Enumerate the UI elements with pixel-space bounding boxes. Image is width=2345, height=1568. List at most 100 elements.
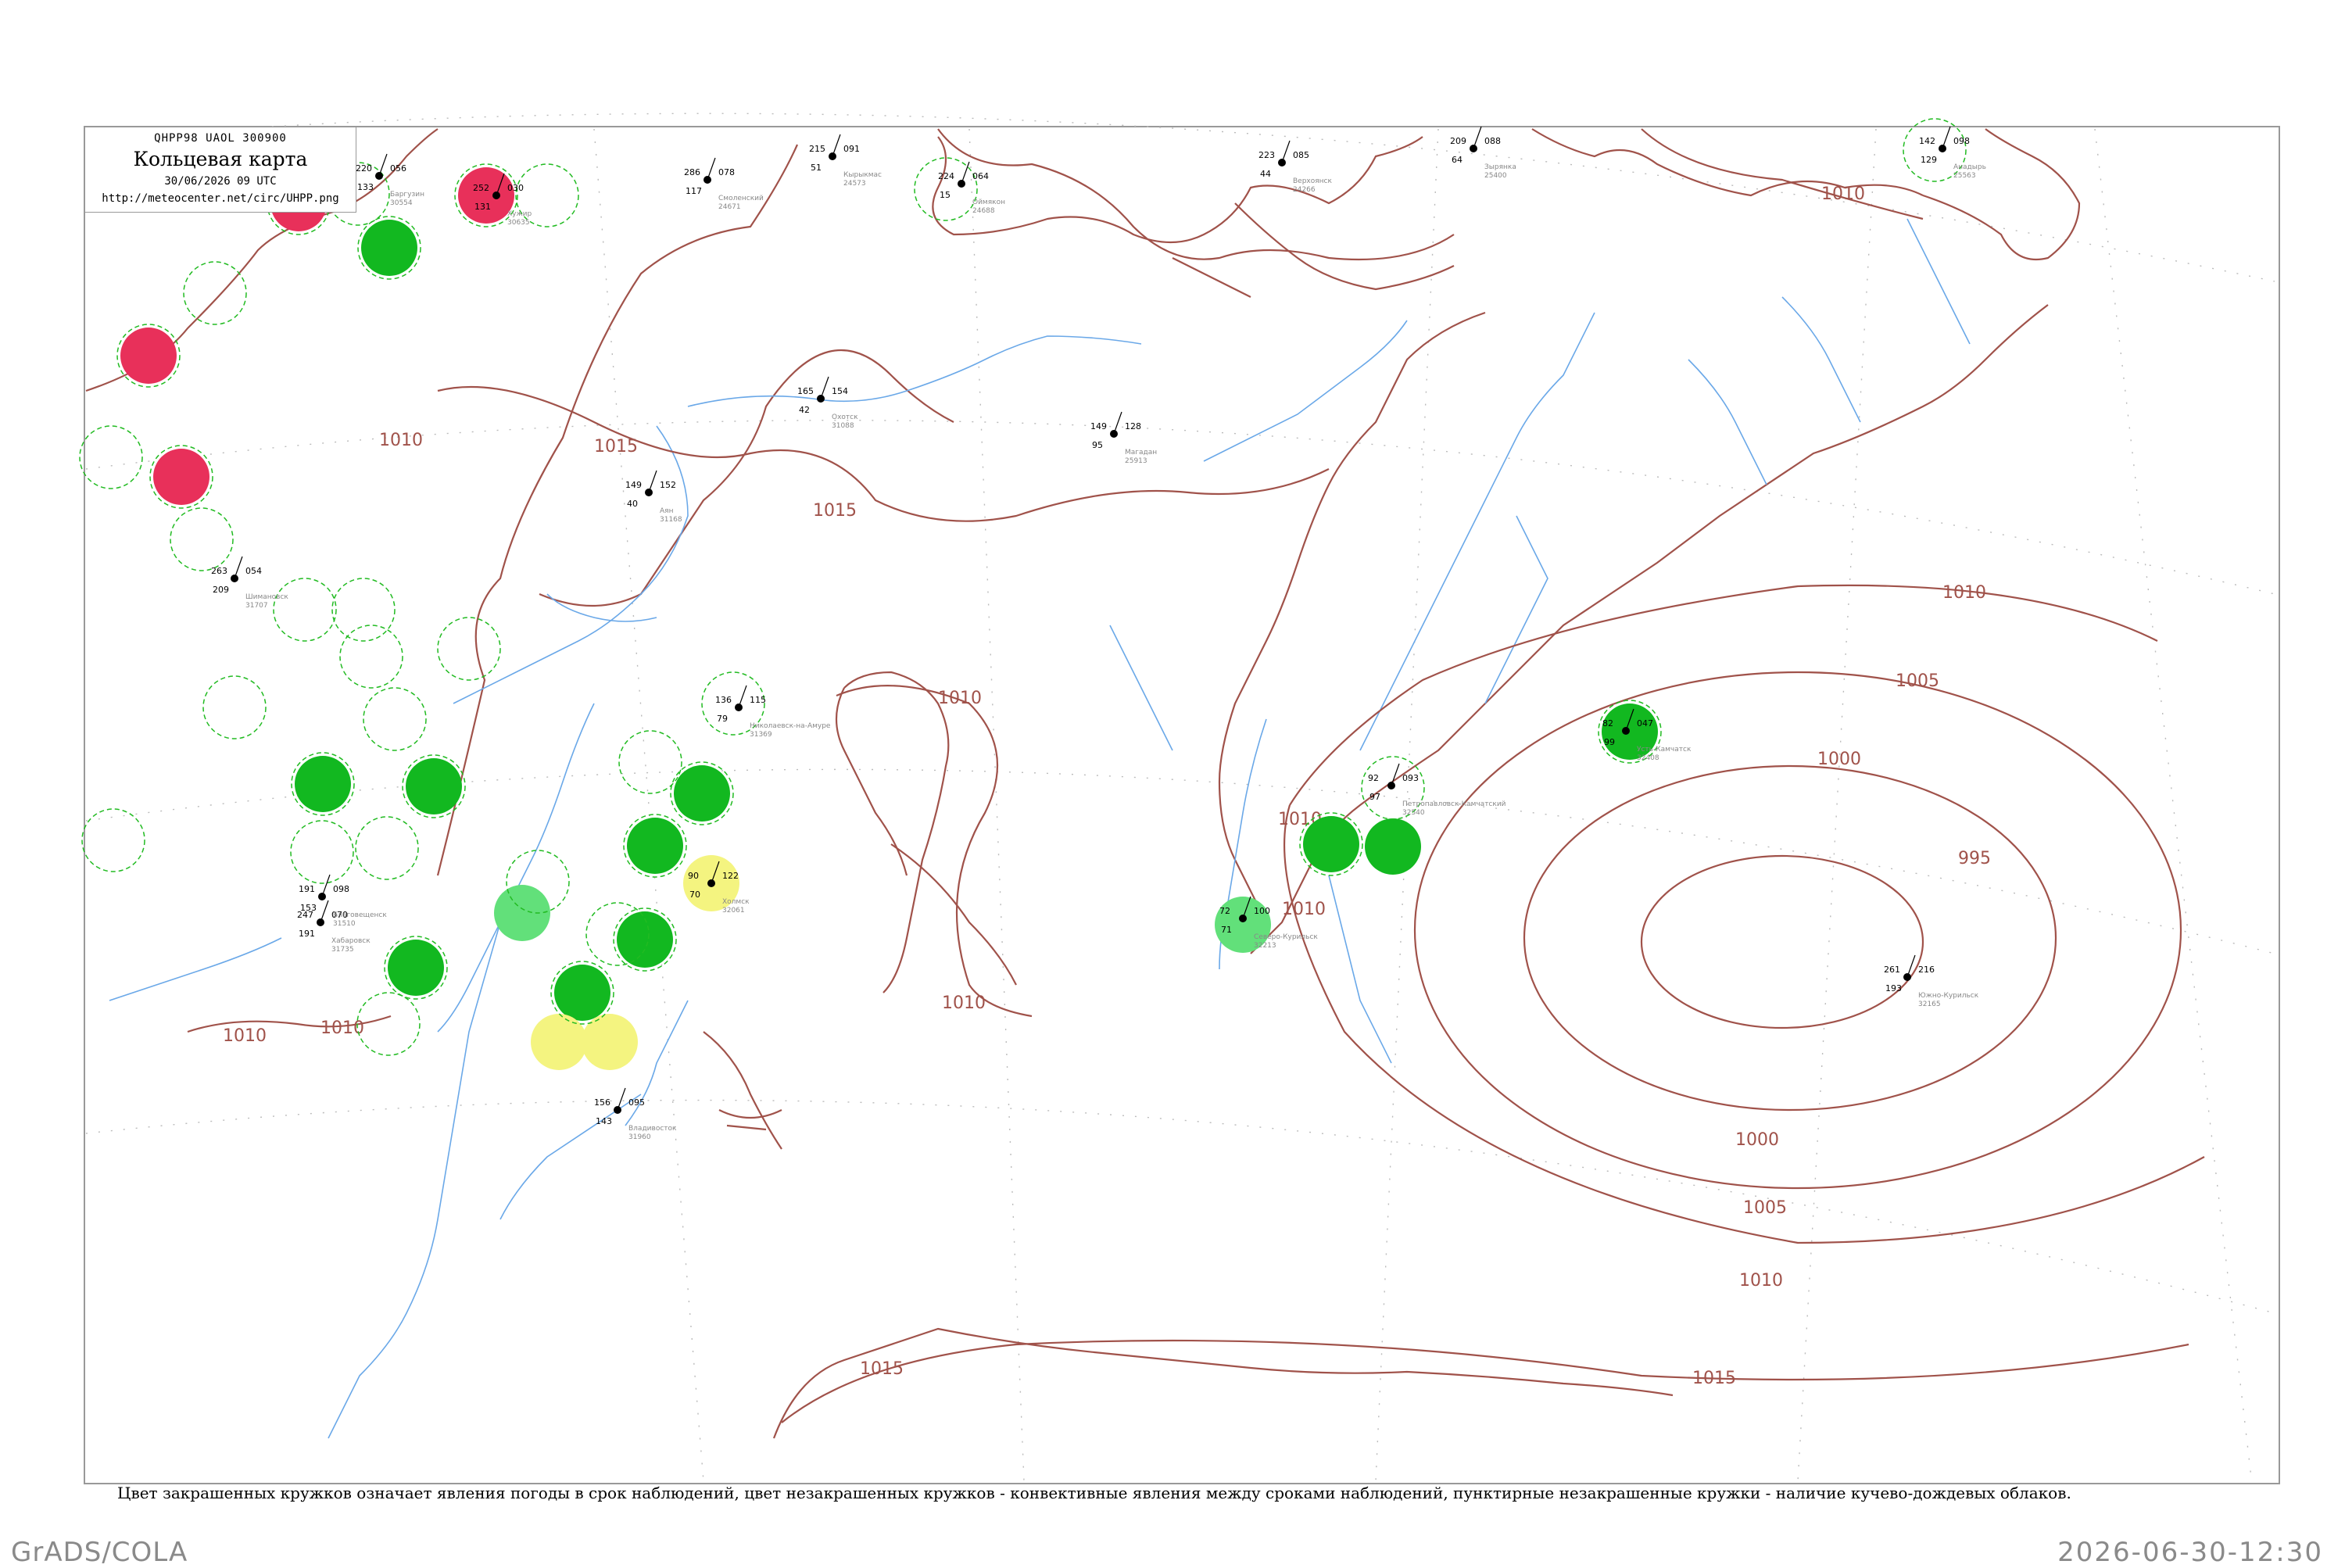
station-id: 32408 (1637, 754, 1659, 762)
station-dewpoint: 191 (299, 929, 315, 939)
station-pressure: 047 (1637, 718, 1653, 729)
wind-barb (1242, 896, 1251, 919)
station-temp: 92 (1368, 773, 1379, 783)
station-plot: 054 263 209 Шимановск31707 (211, 556, 288, 610)
wind-barb (321, 874, 331, 897)
station-pressure: 216 (1918, 965, 1935, 975)
station-id: 31510 (333, 920, 356, 928)
station-plot: 030 252 131 Хужир30635 (473, 173, 532, 227)
station-temp: 252 (473, 183, 489, 193)
station-temp: 224 (938, 171, 954, 181)
station-pressure: 030 (507, 183, 524, 193)
station-dewpoint: 79 (717, 714, 728, 724)
station-pressure: 122 (722, 871, 739, 881)
station-dewpoint: 97 (1369, 792, 1380, 802)
wind-barb (1113, 411, 1122, 435)
station-dewpoint: 193 (1885, 983, 1902, 993)
wind-barb (738, 685, 747, 708)
station-temp: 149 (1090, 421, 1107, 431)
wind-barb (961, 161, 970, 184)
wind-barb (711, 861, 720, 884)
station-pressure: 088 (1484, 136, 1501, 146)
station-pressure: 098 (333, 884, 349, 894)
station-plot: 152 149 40 Аян31168 (625, 470, 682, 524)
wind-barb (234, 556, 243, 579)
station-dewpoint: 70 (689, 890, 700, 900)
legend-datetime: 30/06/2026 09 UTC (164, 175, 277, 188)
station-name: Усть-Камчатск (1637, 746, 1692, 754)
station-name: Благовещенск (333, 911, 387, 919)
station-pressure: 093 (1402, 773, 1419, 783)
station-plot: 122 90 70 Холмск32061 (688, 861, 750, 915)
station-pressure: 115 (750, 695, 766, 705)
station-plot: 100 72 71 Северо-Курильск32213 (1219, 896, 1318, 950)
station-temp: 72 (1219, 906, 1230, 916)
station-temp: 165 (797, 386, 814, 396)
wind-barb (1281, 140, 1291, 163)
footer-timestamp: 2026-06-30-12:30 (2057, 1537, 2323, 1568)
station-temp: 209 (1450, 136, 1466, 146)
station-id: 32165 (1918, 1001, 1941, 1008)
station-name: Шимановск (245, 593, 288, 601)
station-name: Охотск (832, 413, 858, 421)
station-name: Оймякон (972, 199, 1005, 206)
station-temp: 263 (211, 566, 227, 576)
wind-barb (1942, 126, 1951, 149)
station-plot: 115 136 79 Николаевск-на-Амуре31369 (715, 685, 831, 739)
station-name: Хабаровск (331, 937, 371, 945)
station-dewpoint: 51 (811, 163, 822, 173)
station-plot: 047 82 99 Усть-Камчатск32408 (1602, 708, 1692, 762)
station-plot: 093 92 97 Петропавловск-Камчатский32540 (1368, 763, 1506, 817)
station-dewpoint: 64 (1452, 155, 1462, 165)
station-plots: 078 286 117 Смоленский24671 056 220 133 Баргузи… (211, 126, 1986, 1141)
station-temp: 286 (684, 167, 700, 177)
station-name: Владивосток (628, 1125, 677, 1133)
station-id: 30554 (390, 199, 413, 207)
station-name: Северо-Курильск (1254, 933, 1318, 941)
station-pressure: 078 (718, 167, 735, 177)
station-plot: 085 223 44 Верхоянск24266 (1258, 140, 1333, 194)
station-temp: 261 (1884, 965, 1900, 975)
station-temp: 191 (299, 884, 315, 894)
station-plot: 154 165 42 Охотск31088 (797, 376, 858, 430)
station-id: 25913 (1125, 457, 1147, 465)
station-pressure: 085 (1293, 150, 1309, 160)
station-pressure: 128 (1125, 421, 1141, 431)
station-id: 24573 (843, 180, 866, 188)
station-temp: 220 (356, 163, 372, 174)
station-dewpoint: 131 (474, 202, 491, 212)
station-name: Николаевск-на-Амуре (750, 722, 831, 730)
station-id: 32540 (1402, 809, 1425, 817)
station-id: 32061 (722, 907, 745, 915)
station-dewpoint: 143 (596, 1116, 612, 1126)
station-pressure: 064 (972, 171, 989, 181)
station-id: 24266 (1293, 186, 1316, 194)
station-plot: 056 220 133 Баргузин30554 (356, 153, 424, 207)
station-temp: 215 (809, 144, 825, 154)
station-name: Петропавловск-Камчатский (1402, 800, 1506, 808)
legend-url[interactable]: http://meteocenter.net/circ/UHPP.png (85, 192, 356, 205)
legend-title: Кольцевая карта (133, 148, 308, 170)
station-name: Холмск (722, 898, 750, 906)
station-plot: 216 261 193 Южно-Курильск32165 (1884, 954, 1979, 1008)
wind-barb (832, 134, 841, 157)
station-dewpoint: 117 (686, 186, 702, 196)
station-temp: 90 (688, 871, 699, 881)
station-pressure: 054 (245, 566, 262, 576)
station-id: 24688 (972, 207, 995, 215)
station-temp: 142 (1919, 136, 1935, 146)
station-name: Хужир (507, 210, 532, 218)
station-id: 31168 (660, 516, 682, 524)
station-name: Верхоянск (1293, 177, 1333, 185)
station-name: Аян (660, 507, 674, 515)
station-plot: 078 286 117 Смоленский24671 (684, 157, 764, 211)
station-name: Кырыкмас (843, 171, 882, 179)
station-name: Смоленский (718, 195, 764, 202)
map-legend: QHPP98 UAOL 300900 Кольцевая карта 30/06… (84, 127, 356, 213)
station-temp: 156 (594, 1097, 610, 1108)
station-name: Анадырь (1953, 163, 1986, 171)
station-dewpoint: 129 (1921, 155, 1937, 165)
station-pressure: 091 (843, 144, 860, 154)
footer-credit: GrADS/COLA (11, 1537, 188, 1568)
station-pressure: 095 (628, 1097, 645, 1108)
